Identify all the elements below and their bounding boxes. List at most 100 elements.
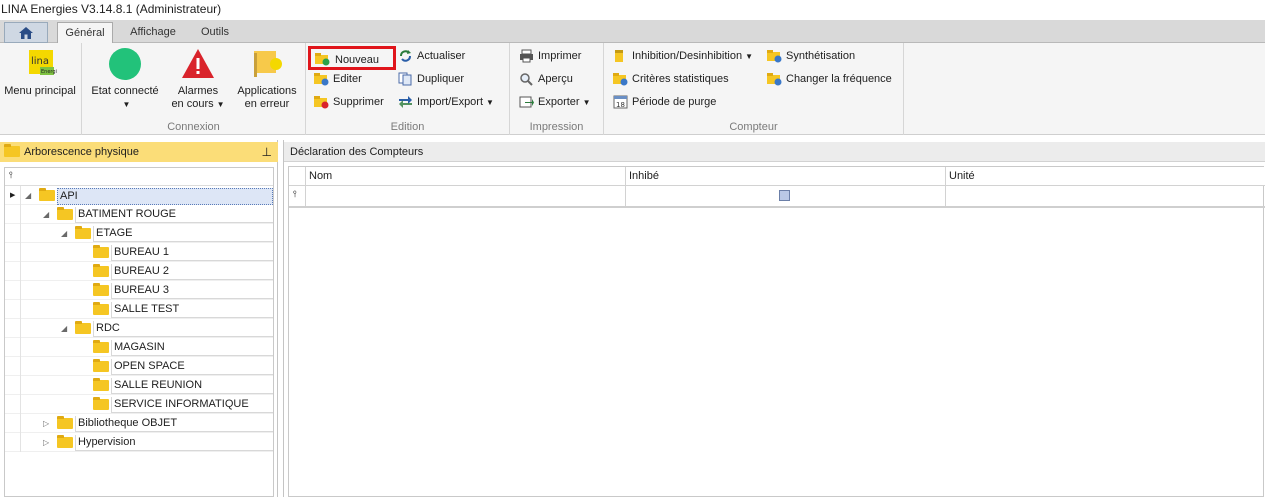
tree-node[interactable]: ▷ Bibliotheque OBJET	[5, 414, 273, 433]
periode-purge-button[interactable]: 18 Période de purge	[612, 93, 716, 111]
filter-nom-input[interactable]	[305, 186, 625, 206]
alarm-warning-icon	[182, 49, 214, 78]
alarmes-button[interactable]: Alarmes en cours ▼	[168, 47, 228, 111]
refresh-icon	[400, 50, 411, 62]
tree-rows: ▶ ◢ API ◢ BATIMENT ROUGE ◢ ETAGE BUREAU 1 BUREAU…	[5, 186, 273, 452]
pin-icon[interactable]: ⊥	[262, 142, 272, 162]
chevron-down-icon: ▼	[745, 52, 753, 61]
tree-node[interactable]: ◢ ETAGE	[5, 224, 273, 243]
exporter-button[interactable]: Exporter ▼	[518, 93, 591, 111]
collapse-icon[interactable]: ◢	[25, 191, 31, 200]
nouveau-button[interactable]: Nouveau	[308, 46, 396, 70]
tree-node[interactable]: ▶ ◢ API	[5, 186, 273, 205]
tree-node[interactable]: BUREAU 1	[5, 243, 273, 262]
duplicate-icon	[398, 72, 412, 86]
tree-node[interactable]: BUREAU 2	[5, 262, 273, 281]
tree-node-label: Hypervision	[75, 435, 273, 451]
tree-node[interactable]: ◢ RDC	[5, 319, 273, 338]
compteurs-grid: Nom Inhibé Unité ⫯	[288, 166, 1265, 497]
row-indicator	[5, 300, 21, 319]
folder-icon	[93, 340, 109, 353]
tree-node-label: MAGASIN	[111, 340, 273, 356]
tab-affichage[interactable]: Affichage	[118, 22, 188, 43]
tree-node[interactable]: SERVICE INFORMATIQUE	[5, 395, 273, 414]
column-header-inhibe[interactable]: Inhibé	[625, 167, 945, 186]
collapse-icon[interactable]: ◢	[43, 210, 49, 219]
imprimer-button[interactable]: Imprimer	[518, 47, 581, 65]
group-label-edition: Edition	[390, 121, 425, 133]
imprimer-label: Imprimer	[538, 50, 582, 62]
inhibition-button[interactable]: Inhibition/Desinhibition ▼	[612, 47, 753, 65]
tree-node[interactable]: BUREAU 3	[5, 281, 273, 300]
exporter-label: Exporter	[538, 96, 580, 108]
filter-pin-icon: ⫯	[293, 189, 297, 199]
import-export-button[interactable]: Import/Export ▼	[397, 93, 494, 111]
synthetisation-button[interactable]: Synthétisation	[766, 47, 855, 65]
home-tab[interactable]	[4, 22, 48, 43]
row-indicator	[5, 338, 21, 357]
apercu-label: Aperçu	[538, 73, 573, 85]
filter-unite-input[interactable]	[945, 186, 1265, 206]
tree-node-label: BUREAU 1	[111, 245, 273, 261]
menu-principal-button[interactable]: lina Energies Menu principal	[2, 47, 78, 98]
row-indicator	[5, 376, 21, 395]
etat-connecte-button[interactable]: Etat connecté ▼	[86, 47, 164, 111]
group-edition: Nouveau Editer Supprimer Actualiser Dupl…	[306, 43, 510, 135]
tree-node[interactable]: OPEN SPACE	[5, 357, 273, 376]
row-indicator	[5, 433, 21, 452]
ribbon-tabstrip: Général Affichage Outils	[0, 20, 1265, 44]
export-icon	[519, 96, 534, 108]
window-title: LINA Energies V3.14.8.1 (Administrateur)	[0, 0, 1265, 20]
actualiser-button[interactable]: Actualiser	[397, 47, 465, 65]
row-indicator-header	[289, 167, 305, 186]
folder-icon	[93, 397, 109, 410]
folder-icon	[93, 245, 109, 258]
filter-inhibe-checkbox[interactable]	[779, 190, 790, 201]
expand-icon[interactable]: ▷	[43, 438, 49, 447]
lina-logo-icon: lina Energies	[29, 50, 57, 75]
editer-label: Editer	[333, 73, 362, 85]
collapse-icon[interactable]: ◢	[61, 324, 67, 333]
tab-outils[interactable]: Outils	[190, 22, 240, 43]
tab-general[interactable]: Général	[57, 22, 113, 44]
group-impression: Imprimer Aperçu Exporter ▼ Impression	[510, 43, 604, 135]
alarmes-label-1: Alarmes	[177, 85, 219, 97]
group-compteur: Inhibition/Desinhibition ▼ Critères stati…	[604, 43, 904, 135]
criteres-button[interactable]: Critères statistiques	[612, 70, 729, 88]
dupliquer-button[interactable]: Dupliquer	[397, 70, 464, 88]
folder-icon	[4, 144, 20, 157]
folder-icon	[93, 359, 109, 372]
column-header-nom[interactable]: Nom	[305, 167, 625, 186]
column-header-unite[interactable]: Unité	[945, 167, 1265, 186]
tree-node-label: OPEN SPACE	[111, 359, 273, 375]
alarmes-label-2: en cours	[171, 98, 214, 110]
tree-filter-row[interactable]: ⫯	[5, 168, 273, 186]
ribbon: lina Energies Menu principal Etat connec…	[0, 43, 1265, 135]
tree-node[interactable]: SALLE TEST	[5, 300, 273, 319]
nouveau-label: Nouveau	[335, 54, 380, 66]
folder-settings-icon	[767, 50, 782, 63]
editer-button[interactable]: Editer	[313, 70, 362, 88]
folder-icon	[93, 264, 109, 277]
row-indicator	[5, 262, 21, 281]
supprimer-button[interactable]: Supprimer	[313, 93, 384, 111]
svg-text:lina: lina	[31, 56, 49, 67]
tree-node[interactable]: ▷ Hypervision	[5, 433, 273, 452]
tree-node[interactable]: SALLE REUNION	[5, 376, 273, 395]
tree-node-label: BUREAU 3	[111, 283, 273, 299]
row-indicator	[5, 224, 21, 243]
tree-node-label: SERVICE INFORMATIQUE	[111, 397, 273, 413]
expand-icon[interactable]: ▷	[43, 419, 49, 428]
menu-principal-label: Menu principal	[4, 85, 76, 97]
tree-node[interactable]: MAGASIN	[5, 338, 273, 357]
tree-node[interactable]: ◢ BATIMENT ROUGE	[5, 205, 273, 224]
actualiser-label: Actualiser	[417, 50, 466, 62]
import-export-icon	[399, 96, 412, 108]
apercu-button[interactable]: Aperçu	[518, 70, 573, 88]
collapse-icon[interactable]: ◢	[61, 229, 67, 238]
folder-delete-icon	[314, 96, 329, 109]
group-label-compteur: Compteur	[729, 121, 778, 133]
applications-erreur-button[interactable]: Applications en erreur	[232, 47, 302, 111]
changer-frequence-button[interactable]: Changer la fréquence	[766, 70, 892, 88]
folder-icon	[57, 207, 73, 220]
